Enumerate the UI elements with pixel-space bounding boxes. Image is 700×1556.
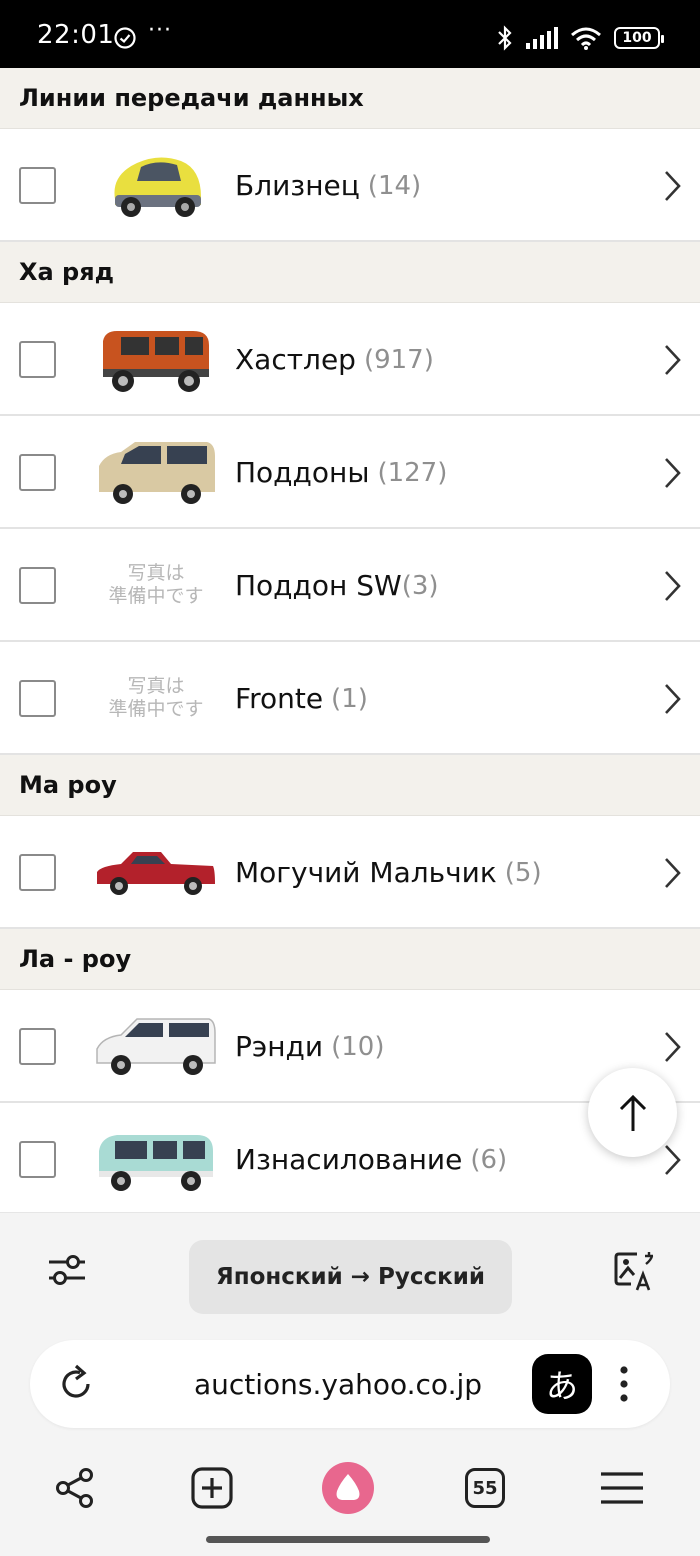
- list-item[interactable]: 写真は 準備中です Fronte (1): [0, 642, 700, 755]
- image-translate-icon[interactable]: [608, 1245, 658, 1295]
- list-item[interactable]: Близнец (14): [0, 129, 700, 242]
- translate-glyph: あ: [545, 1367, 578, 1405]
- battery-level: 100: [622, 30, 652, 46]
- item-count: (10): [331, 1031, 385, 1062]
- item-checkbox[interactable]: [19, 854, 56, 891]
- address-bar[interactable]: auctions.yahoo.co.jp あ: [30, 1340, 670, 1428]
- list-item[interactable]: Поддоны (127): [0, 416, 700, 529]
- car-thumbnail: [94, 1000, 218, 1092]
- scroll-to-top-button[interactable]: [588, 1068, 677, 1157]
- item-checkbox[interactable]: [19, 341, 56, 378]
- check-circle-icon: [114, 27, 136, 49]
- model-list: Линии передачи данных Близнец (14) Ха ря…: [0, 68, 700, 1216]
- item-name: Fronte: [235, 682, 324, 715]
- section-title: Линии передачи данных: [19, 84, 364, 112]
- item-checkbox[interactable]: [19, 454, 56, 491]
- new-tab-icon[interactable]: [182, 1458, 242, 1518]
- item-count: (127): [377, 457, 448, 488]
- item-name: Поддоны: [235, 456, 370, 489]
- item-name: Близнец: [235, 169, 360, 202]
- status-time: 22:01: [37, 20, 115, 50]
- battery-icon: 100: [614, 27, 664, 49]
- list-item[interactable]: Хастлер (917): [0, 303, 700, 416]
- list-item[interactable]: Могучий Мальчик (5): [0, 816, 700, 929]
- signal-icon: [526, 27, 558, 49]
- section-title: Ма роу: [19, 771, 117, 799]
- status-bar: 22:01 ··· 100: [0, 0, 700, 68]
- home-indicator[interactable]: [206, 1536, 490, 1543]
- photo-placeholder: 写真は 準備中です: [94, 652, 218, 744]
- chevron-right-icon: [665, 345, 681, 375]
- item-checkbox[interactable]: [19, 1028, 56, 1065]
- chevron-right-icon: [665, 1032, 681, 1062]
- item-count: (6): [470, 1144, 508, 1175]
- tabs-count: 55: [472, 1477, 498, 1499]
- car-thumbnail: [94, 313, 218, 405]
- assistant-icon[interactable]: [318, 1458, 378, 1518]
- chevron-right-icon: [665, 571, 681, 601]
- car-thumbnail: [94, 826, 218, 918]
- section-header: Линии передачи данных: [0, 68, 700, 129]
- placeholder-line: 準備中です: [108, 585, 204, 607]
- share-icon[interactable]: [45, 1458, 105, 1518]
- item-name: Рэнди: [235, 1030, 324, 1063]
- translate-bar: Японский → Русский: [0, 1212, 700, 1326]
- more-vert-icon[interactable]: [612, 1364, 636, 1404]
- address-bar-area: auctions.yahoo.co.jp あ: [0, 1326, 700, 1444]
- page-translate-button[interactable]: あ: [532, 1354, 592, 1414]
- list-item[interactable]: 写真は 準備中です Поддон SW (3): [0, 529, 700, 642]
- item-count: (3): [401, 570, 439, 601]
- item-checkbox[interactable]: [19, 1141, 56, 1178]
- item-count: (917): [363, 344, 434, 375]
- item-count: (5): [504, 857, 542, 888]
- placeholder-line: 写真は: [127, 562, 185, 584]
- car-thumbnail: [94, 1113, 218, 1205]
- settings-sliders-icon[interactable]: [42, 1245, 92, 1295]
- menu-icon[interactable]: [592, 1458, 652, 1518]
- section-header: Ла - роу: [0, 929, 700, 990]
- item-checkbox[interactable]: [19, 167, 56, 204]
- chevron-right-icon: [665, 171, 681, 201]
- section-title: Ха ряд: [19, 258, 115, 286]
- status-more-dots: ···: [148, 18, 172, 43]
- item-checkbox[interactable]: [19, 680, 56, 717]
- bottom-navigation: 55: [0, 1444, 700, 1556]
- language-pair-label: Японский → Русский: [215, 1264, 485, 1290]
- section-header: Ма роу: [0, 755, 700, 816]
- section-header: Ха ряд: [0, 242, 700, 303]
- wifi-icon: [571, 27, 601, 50]
- status-icons: 100: [496, 24, 664, 52]
- item-count: (14): [367, 170, 422, 201]
- placeholder-line: 写真は: [127, 675, 185, 697]
- item-name: Могучий Мальчик: [235, 856, 497, 889]
- item-name: Изнасилование: [235, 1143, 463, 1176]
- chevron-right-icon: [665, 1145, 681, 1175]
- item-count: (1): [331, 683, 368, 714]
- car-thumbnail: [94, 139, 218, 231]
- chevron-right-icon: [665, 458, 681, 488]
- car-thumbnail: [94, 426, 218, 518]
- language-pair-button[interactable]: Японский → Русский: [189, 1240, 512, 1314]
- item-name: Поддон SW: [235, 569, 402, 602]
- chevron-right-icon: [665, 684, 681, 714]
- bluetooth-icon: [498, 25, 512, 51]
- chevron-right-icon: [665, 858, 681, 888]
- tabs-icon[interactable]: 55: [455, 1458, 515, 1518]
- item-checkbox[interactable]: [19, 567, 56, 604]
- photo-placeholder: 写真は 準備中です: [94, 539, 218, 631]
- item-name: Хастлер: [235, 343, 356, 376]
- arrow-up-icon: [619, 1094, 646, 1131]
- section-title: Ла - роу: [19, 945, 132, 973]
- placeholder-line: 準備中です: [108, 698, 204, 720]
